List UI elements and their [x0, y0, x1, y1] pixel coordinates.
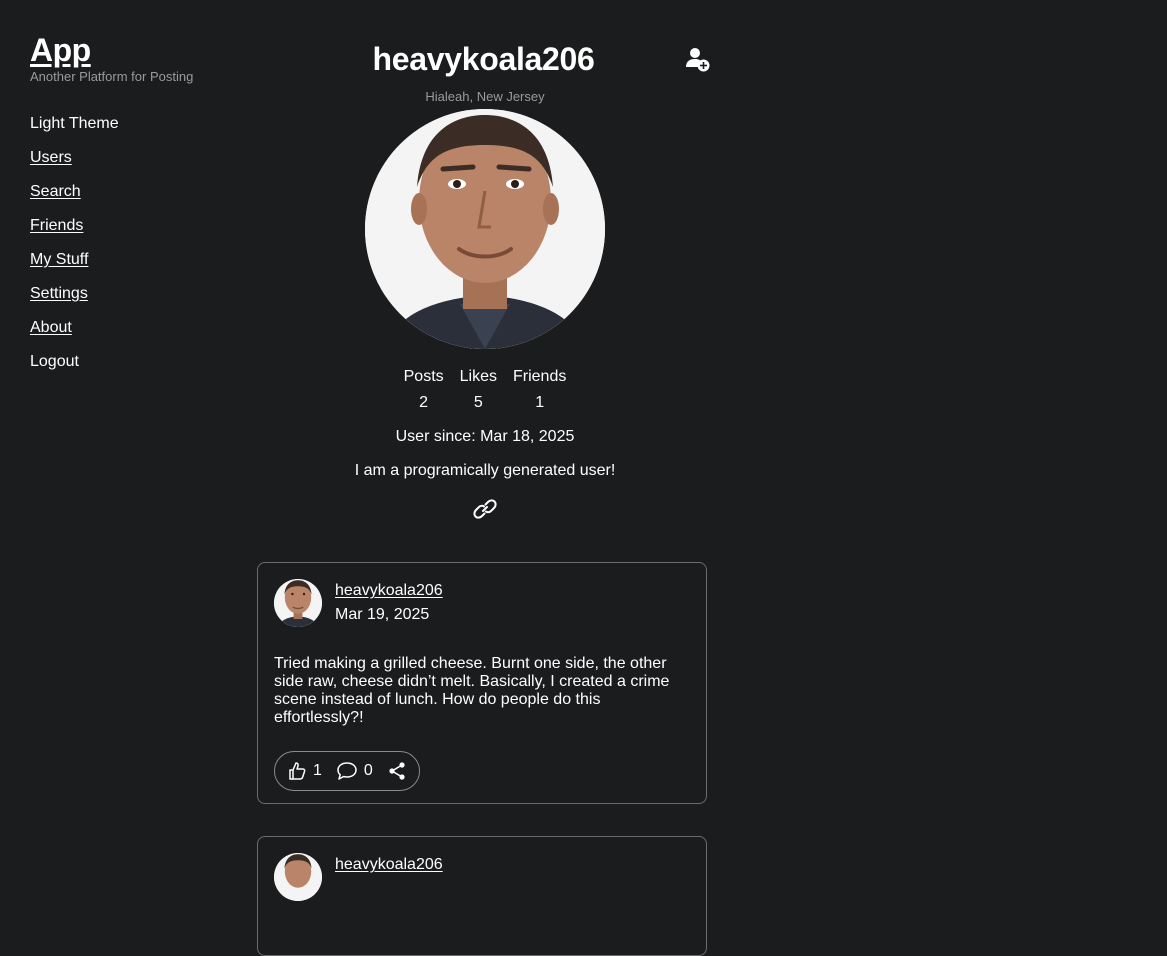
link-icon [473, 499, 497, 519]
stat-posts-label: Posts [403, 368, 444, 385]
app-tagline: Another Platform for Posting [30, 69, 194, 84]
share-button[interactable] [387, 761, 407, 781]
nav-settings[interactable]: Settings [30, 284, 230, 318]
profile-avatar [365, 109, 605, 349]
stat-friends: Friends 1 [513, 367, 566, 413]
profile-stats: Posts 2 Likes 5 Friends 1 [257, 367, 713, 413]
nav-users[interactable]: Users [30, 148, 230, 182]
copy-profile-link-button[interactable] [471, 495, 499, 523]
post-header: heavykoala206 Mar 19, 2025 [274, 579, 690, 627]
nav-logout[interactable]: Logout [30, 352, 230, 386]
stat-likes-label: Likes [459, 368, 497, 385]
user-since: User since: Mar 18, 2025 [395, 428, 575, 445]
thumbs-up-icon [289, 762, 306, 780]
comment-icon [337, 762, 357, 780]
post-meta: heavykoala206 [335, 853, 443, 875]
nav-about[interactable]: About [30, 318, 230, 352]
post-author-link[interactable]: heavykoala206 [335, 581, 443, 601]
post-date: Mar 19, 2025 [335, 606, 430, 623]
profile-username: heavykoala206 [372, 41, 595, 77]
stat-friends-label: Friends [513, 368, 567, 385]
user-plus-icon [686, 48, 710, 72]
post-actions: 1 0 [274, 751, 420, 791]
nav-my-stuff[interactable]: My Stuff [30, 250, 230, 284]
comment-button[interactable]: 0 [336, 761, 373, 781]
post-header: heavykoala206 [274, 853, 690, 901]
post-author-link[interactable]: heavykoala206 [335, 855, 443, 875]
comment-count: 0 [363, 762, 373, 779]
profile-section: heavykoala206 Hialeah, New Jersey Posts … [257, 36, 713, 523]
avatar-photo [365, 109, 605, 349]
like-count: 1 [313, 762, 322, 779]
like-button[interactable]: 1 [287, 761, 322, 781]
avatar-photo [274, 579, 322, 627]
stat-posts-value: 2 [419, 394, 429, 411]
add-friend-button[interactable] [684, 45, 712, 73]
post-card: heavykoala206 [257, 836, 707, 956]
stat-likes-value: 5 [473, 394, 483, 411]
avatar-photo [274, 853, 322, 901]
profile-header: heavykoala206 [257, 36, 713, 84]
stat-likes: Likes 5 [460, 367, 497, 413]
post-body: Tried making a grilled cheese. Burnt one… [274, 655, 670, 726]
share-icon [389, 762, 405, 780]
nav-friends[interactable]: Friends [30, 216, 230, 250]
profile-bio: I am a programically generated user! [354, 462, 616, 479]
stat-friends-value: 1 [535, 394, 545, 411]
post-author-avatar[interactable] [274, 853, 322, 901]
app-logo-link[interactable]: App [30, 32, 91, 68]
post-meta: heavykoala206 Mar 19, 2025 [335, 579, 443, 625]
main-nav: Light Theme Users Search Friends My Stuf… [30, 114, 230, 386]
profile-location: Hialeah, New Jersey [425, 89, 545, 104]
sidebar: App Another Platform for Posting Light T… [30, 32, 230, 386]
nav-light-theme-toggle[interactable]: Light Theme [30, 114, 230, 148]
post-card: heavykoala206 Mar 19, 2025 Tried making … [257, 562, 707, 804]
stat-posts: Posts 2 [404, 367, 444, 413]
post-author-avatar[interactable] [274, 579, 322, 627]
nav-search[interactable]: Search [30, 182, 230, 216]
